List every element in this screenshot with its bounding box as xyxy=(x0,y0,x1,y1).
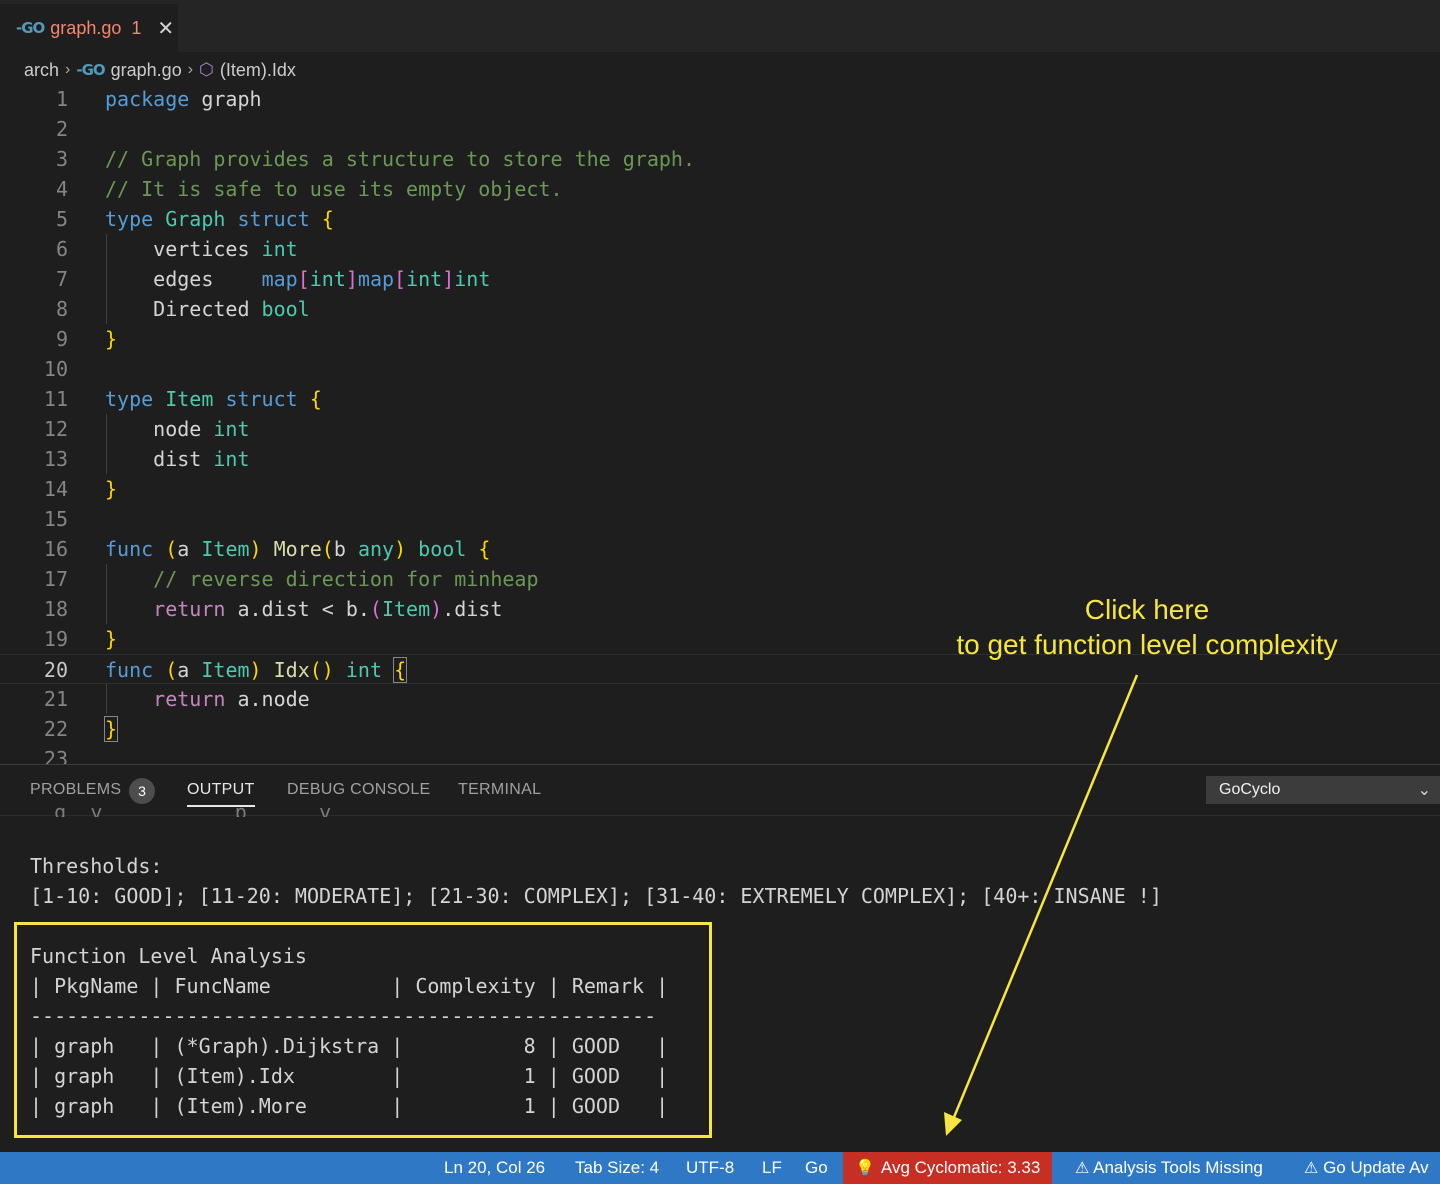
status-bar: Ln 20, Col 26 Tab Size: 4 UTF-8 LF Go 💡 … xyxy=(0,1152,1440,1184)
code-line: 4// It is safe to use its empty object. xyxy=(55,177,563,201)
chevron-down-icon: ⌄ xyxy=(1417,782,1431,799)
close-icon[interactable]: ✕ xyxy=(157,16,174,41)
output-line: Thresholds: xyxy=(30,854,163,878)
tab-filename: graph.go xyxy=(50,17,122,38)
code-line: 5 type Graph struct { xyxy=(55,207,334,231)
output-line: [1-10: GOOD]; [11-20: MODERATE]; [21-30:… xyxy=(30,884,1162,908)
code-line: 23 xyxy=(43,747,68,764)
code-line: 14} xyxy=(43,477,118,501)
status-avg-cyclomatic[interactable]: 💡 Avg Cyclomatic: 3.33 xyxy=(843,1152,1053,1184)
output-channel-select[interactable]: GoCyclo ⌄ xyxy=(1206,776,1440,804)
tab-terminal[interactable]: TERMINAL xyxy=(458,781,541,799)
code-line: 21 return a.node xyxy=(43,687,310,711)
code-line: 13 dist int xyxy=(43,447,250,471)
code-line: 17 // reverse direction for minheap xyxy=(43,567,539,591)
avg-cyclomatic-label: Avg Cyclomatic: 3.33 xyxy=(880,1158,1041,1177)
code-line: 16 func (a Item) More(b any) bool { xyxy=(43,537,491,561)
tab-problem-count: 1 xyxy=(131,17,142,38)
breadcrumb: arch › -GO graph.go › ⬡ (Item).Idx xyxy=(24,56,296,84)
go-file-icon: -GO xyxy=(16,19,45,37)
code-line: 11 type Item struct { xyxy=(43,387,322,411)
code-line: 8 Directed bool xyxy=(55,297,310,321)
status-encoding[interactable]: UTF-8 xyxy=(686,1152,734,1184)
code-line: 7 edges map[int]map[int]int xyxy=(55,267,491,291)
go-update-label: Go Update Av xyxy=(1323,1158,1429,1177)
tab-output[interactable]: OUTPUT xyxy=(187,781,255,807)
analysis-tools-label: Analysis Tools Missing xyxy=(1093,1158,1263,1177)
warning-icon: ⚠ xyxy=(1075,1158,1090,1177)
tab-problems[interactable]: PROBLEMS xyxy=(30,781,121,799)
code-line: 22} xyxy=(43,716,119,742)
status-eol[interactable]: LF xyxy=(762,1152,782,1184)
status-language[interactable]: Go xyxy=(805,1152,828,1184)
annotation-line-2: to get function level complexity xyxy=(956,629,1338,660)
editor-tab-bar: -GO graph.go 1 ✕ xyxy=(0,0,1440,52)
code-line: 15 xyxy=(43,507,68,531)
code-line: 2 xyxy=(55,117,68,141)
output-channel-label: GoCyclo xyxy=(1219,781,1281,798)
breadcrumb-symbol[interactable]: (Item).Idx xyxy=(220,60,296,81)
breadcrumb-file[interactable]: graph.go xyxy=(111,60,182,81)
tab-debug-console[interactable]: DEBUG CONSOLE xyxy=(287,781,431,799)
code-line: 6 vertices int xyxy=(55,237,298,261)
annotation-line-1: Click here xyxy=(1084,594,1210,625)
lightbulb-icon: 💡 xyxy=(855,1158,875,1177)
code-line: 9} xyxy=(55,327,118,351)
code-line: 1 package graph xyxy=(55,87,262,111)
code-line: 10 xyxy=(43,357,68,381)
status-tab-size[interactable]: Tab Size: 4 xyxy=(575,1152,659,1184)
code-line: 12 node int xyxy=(43,417,250,441)
method-icon: ⬡ xyxy=(199,60,214,79)
status-go-update[interactable]: ⚠ Go Update Av xyxy=(1304,1152,1429,1184)
function-analysis-highlight xyxy=(14,922,712,1138)
code-line: 3// Graph provides a structure to store … xyxy=(55,147,696,171)
annotation-text: Click here to get function level complex… xyxy=(910,592,1384,662)
tab-graph-go[interactable]: -GO graph.go 1 ✕ xyxy=(0,4,178,52)
chevron-right-icon: › xyxy=(187,61,194,78)
chevron-right-icon: › xyxy=(65,61,71,78)
warning-icon: ⚠ xyxy=(1304,1158,1319,1177)
breadcrumb-folder[interactable]: arch xyxy=(24,60,59,81)
problems-count-badge: 3 xyxy=(129,778,155,804)
go-file-icon: -GO xyxy=(76,61,105,79)
status-cursor-position[interactable]: Ln 20, Col 26 xyxy=(444,1152,545,1184)
code-editor[interactable]: 1 package graph 2 3// Graph provides a st… xyxy=(0,84,1440,764)
status-analysis-tools[interactable]: ⚠ Analysis Tools Missing xyxy=(1075,1152,1263,1184)
scrolled-output-fragment: g y p y xyxy=(30,807,367,817)
